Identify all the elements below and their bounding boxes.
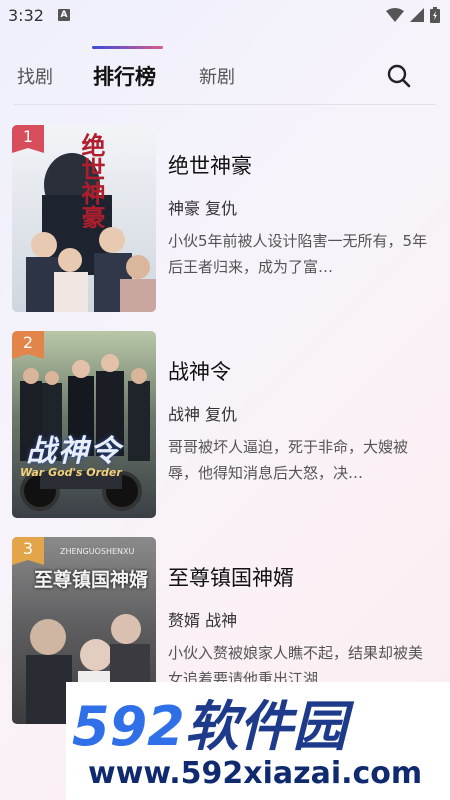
search-button[interactable] xyxy=(386,63,412,89)
active-tab-indicator xyxy=(92,46,163,49)
wifi-icon xyxy=(386,8,404,22)
status-icons xyxy=(386,7,440,23)
list-item[interactable]: 绝世神豪 1 绝世神豪 神豪 复仇 小伙5年前被人设计陷害一无所有，5年后王者归… xyxy=(12,120,442,314)
drama-tags: 赘婿 战神 xyxy=(168,611,238,630)
watermark: 592软件园 www.592xiazai.com xyxy=(66,682,450,800)
poster-title: 绝世神豪 xyxy=(77,133,106,229)
watermark-name: 软件园 xyxy=(184,695,347,758)
poster-art xyxy=(12,331,156,518)
poster-subtitle: ZHENGUOSHENXU xyxy=(60,547,135,556)
watermark-url: www.592xiazai.com xyxy=(88,756,423,791)
status-bar: 3:32 A xyxy=(0,0,450,32)
signal-icon xyxy=(410,8,424,22)
rank-number: 1 xyxy=(22,127,34,146)
rank-number: 2 xyxy=(22,333,34,352)
poster-title: 战神令 xyxy=(26,434,122,469)
tab-ranking[interactable]: 排行榜 xyxy=(93,61,156,91)
tab-divider xyxy=(14,104,436,105)
search-icon xyxy=(387,64,411,88)
drama-description: 小伙5年前被人设计陷害一无所有，5年后王者归来，成为了富… xyxy=(168,232,428,276)
tab-new[interactable]: 新剧 xyxy=(199,63,235,89)
drama-tags: 神豪 复仇 xyxy=(168,199,238,218)
tab-find[interactable]: 找剧 xyxy=(17,63,53,89)
battery-icon xyxy=(430,7,440,23)
poster-image[interactable]: 绝世神豪 1 xyxy=(12,125,156,312)
drama-description: 哥哥被坏人逼迫，死于非命，大嫂被辱，他得知消息后大怒，决… xyxy=(168,438,409,482)
drama-title[interactable]: 至尊镇国神婿 xyxy=(168,562,294,592)
poster-title: 至尊镇国神婿 xyxy=(34,569,149,591)
poster-subtitle: War God's Order xyxy=(20,466,122,479)
list-item[interactable]: 战神令 War God's Order 2 战神令 战神 复仇 哥哥被坏人逼迫，… xyxy=(12,326,442,520)
poster-image[interactable]: 战神令 War God's Order 2 xyxy=(12,331,156,518)
drama-title[interactable]: 绝世神豪 xyxy=(168,150,252,180)
watermark-logo: 592软件园 xyxy=(72,682,347,761)
top-tabs: 找剧 排行榜 新剧 xyxy=(0,55,450,105)
drama-title[interactable]: 战神令 xyxy=(168,356,231,386)
drama-tags: 战神 复仇 xyxy=(168,405,238,424)
rank-number: 3 xyxy=(22,539,34,558)
status-time: 3:32 xyxy=(8,6,44,25)
watermark-number: 592 xyxy=(72,695,185,758)
notification-icon: A xyxy=(58,9,70,21)
